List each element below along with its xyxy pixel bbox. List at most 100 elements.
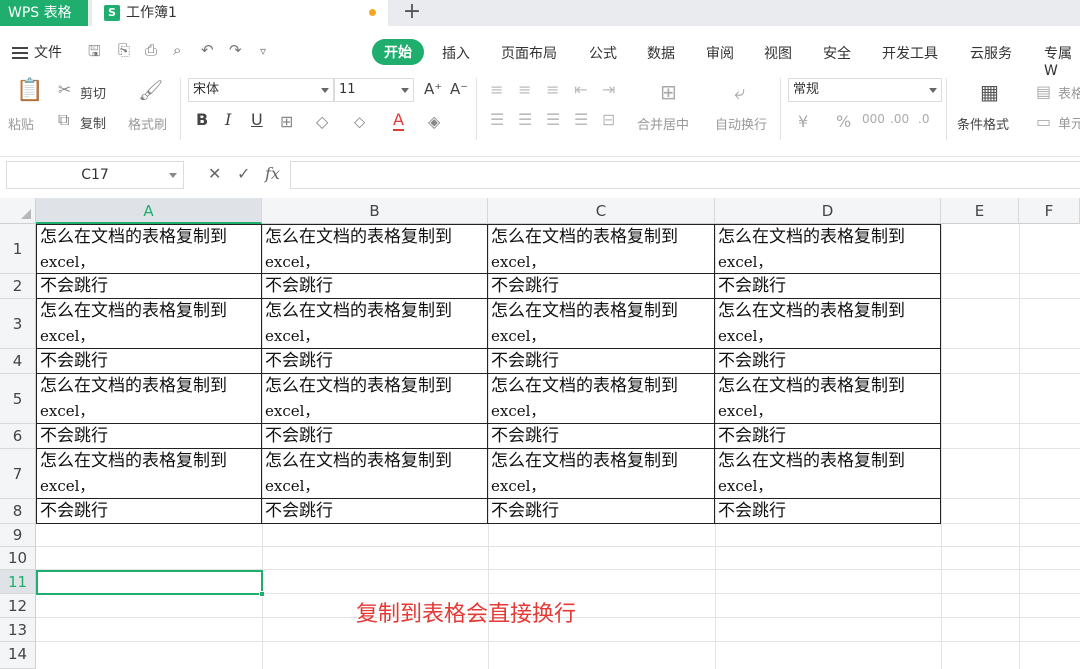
font-name-select[interactable]: 宋体 — [188, 78, 334, 102]
table-style-button[interactable]: 表格 — [1058, 83, 1080, 102]
row-header[interactable]: 13 — [0, 618, 36, 642]
row-header[interactable]: 7 — [0, 449, 36, 499]
font-color-icon[interactable]: A — [393, 110, 404, 131]
customize-icon[interactable]: ▿ — [260, 44, 266, 58]
cell-d1[interactable]: 怎么在文档的表格复制到 excel， — [715, 224, 941, 274]
cell-a5[interactable]: 怎么在文档的表格复制到 excel， — [36, 374, 262, 424]
merge-center-button[interactable]: 合并居中 — [637, 114, 689, 133]
cell-a2[interactable]: 不会跳行 — [36, 274, 262, 299]
cell-c2[interactable]: 不会跳行 — [488, 274, 715, 299]
row-header[interactable]: 12 — [0, 594, 36, 618]
cell-b3[interactable]: 怎么在文档的表格复制到 excel， — [262, 299, 488, 349]
cell-c5[interactable]: 怎么在文档的表格复制到 excel， — [488, 374, 715, 424]
format-painter-button[interactable]: 格式刷 — [128, 114, 167, 133]
column-header-e[interactable]: E — [941, 198, 1019, 224]
shading-icon[interactable]: ⬦ — [354, 112, 365, 132]
currency-icon[interactable]: ¥ — [798, 112, 808, 131]
row-header[interactable]: 9 — [0, 524, 36, 547]
row-header[interactable]: 10 — [0, 547, 36, 570]
cell-button[interactable]: 单元 — [1058, 113, 1080, 132]
increase-font-icon[interactable]: A⁺ — [424, 80, 442, 98]
align-right-icon[interactable]: ☰ — [546, 110, 560, 129]
spreadsheet-grid[interactable]: A B C D E F 1 2 3 4 5 6 7 8 9 10 11 12 1… — [0, 198, 1080, 669]
underline-button[interactable]: U — [251, 110, 263, 129]
tab-view[interactable]: 视图 — [764, 43, 792, 63]
cell-a7[interactable]: 怎么在文档的表格复制到 excel， — [36, 449, 262, 499]
align-left-icon[interactable]: ☰ — [490, 110, 504, 129]
print-icon[interactable]: ⎙ — [145, 41, 157, 59]
tab-data[interactable]: 数据 — [647, 43, 675, 63]
cell-b7[interactable]: 怎么在文档的表格复制到 excel， — [262, 449, 488, 499]
thousands-icon[interactable]: 000 — [862, 112, 885, 126]
align-bottom-icon[interactable]: ≡ — [546, 80, 559, 99]
row-header[interactable]: 6 — [0, 424, 36, 449]
conditional-format-button[interactable]: 条件格式 — [957, 114, 1009, 133]
export-icon[interactable]: ⎘ — [118, 41, 130, 59]
border-icon[interactable]: ⊞ — [280, 112, 293, 131]
align-middle-icon[interactable]: ≡ — [518, 80, 531, 99]
cell-b6[interactable]: 不会跳行 — [262, 424, 488, 449]
cell-c8[interactable]: 不会跳行 — [488, 499, 715, 524]
cell-c4[interactable]: 不会跳行 — [488, 349, 715, 374]
cell-c1[interactable]: 怎么在文档的表格复制到 excel， — [488, 224, 715, 274]
cell-selection-a11[interactable] — [36, 570, 265, 597]
cancel-icon[interactable]: ✕ — [208, 164, 221, 183]
tab-review[interactable]: 审阅 — [706, 43, 734, 63]
paste-button[interactable]: 粘贴 — [8, 114, 34, 133]
cell-b2[interactable]: 不会跳行 — [262, 274, 488, 299]
number-format-select[interactable]: 常规 — [788, 78, 942, 102]
app-tab[interactable]: WPS 表格 — [0, 0, 88, 26]
cell-c6[interactable]: 不会跳行 — [488, 424, 715, 449]
document-tab[interactable]: S 工作簿1 — [92, 0, 388, 26]
cell-d4[interactable]: 不会跳行 — [715, 349, 941, 374]
tab-cloud[interactable]: 云服务 — [970, 43, 1012, 63]
cell-b1[interactable]: 怎么在文档的表格复制到 excel， — [262, 224, 488, 274]
cut-button[interactable]: 剪切 — [80, 83, 106, 102]
cell-c7[interactable]: 怎么在文档的表格复制到 excel， — [488, 449, 715, 499]
column-header-f[interactable]: F — [1019, 198, 1080, 224]
paste-icon[interactable]: 📋 — [16, 78, 43, 103]
distribute-icon[interactable]: ⊟ — [602, 110, 615, 129]
bold-button[interactable]: B — [196, 110, 208, 129]
cell-a4[interactable]: 不会跳行 — [36, 349, 262, 374]
tab-home[interactable]: 开始 — [372, 39, 424, 65]
eraser-icon[interactable]: ◈ — [428, 112, 440, 131]
indent-increase-icon[interactable]: ⇥ — [602, 80, 615, 99]
cell-a3[interactable]: 怎么在文档的表格复制到 excel， — [36, 299, 262, 349]
italic-button[interactable]: I — [225, 110, 231, 129]
row-header[interactable]: 8 — [0, 499, 36, 524]
select-all-corner[interactable] — [0, 198, 36, 224]
decrease-font-icon[interactable]: A⁻ — [450, 80, 468, 98]
cell-b8[interactable]: 不会跳行 — [262, 499, 488, 524]
save-icon[interactable]: 🖫 — [88, 41, 101, 66]
tab-insert[interactable]: 插入 — [442, 43, 470, 63]
row-header[interactable]: 11 — [0, 570, 36, 594]
preview-icon[interactable]: ⌕ — [173, 41, 181, 59]
indent-decrease-icon[interactable]: ⇤ — [574, 80, 587, 99]
cell-d8[interactable]: 不会跳行 — [715, 499, 941, 524]
name-box[interactable]: C17 — [6, 161, 184, 189]
tab-formula[interactable]: 公式 — [589, 43, 617, 63]
column-header-c[interactable]: C — [488, 198, 715, 224]
new-tab-button[interactable]: + — [400, 0, 424, 26]
cell-a6[interactable]: 不会跳行 — [36, 424, 262, 449]
tab-page-layout[interactable]: 页面布局 — [501, 43, 557, 63]
cell-a1[interactable]: 怎么在文档的表格复制到 excel， — [36, 224, 262, 274]
row-header[interactable]: 1 — [0, 224, 36, 274]
confirm-icon[interactable]: ✓ — [237, 164, 250, 183]
fill-color-icon[interactable]: ◇ — [316, 112, 328, 131]
cell-b5[interactable]: 怎么在文档的表格复制到 excel， — [262, 374, 488, 424]
row-header[interactable]: 14 — [0, 642, 36, 669]
column-header-d[interactable]: D — [715, 198, 941, 224]
formula-input[interactable] — [290, 161, 1080, 189]
tab-developer[interactable]: 开发工具 — [882, 43, 938, 63]
cell-a8[interactable]: 不会跳行 — [36, 499, 262, 524]
column-header-a[interactable]: A — [36, 198, 262, 224]
cell-b4[interactable]: 不会跳行 — [262, 349, 488, 374]
cell-c3[interactable]: 怎么在文档的表格复制到 excel， — [488, 299, 715, 349]
undo-icon[interactable]: ↶ — [201, 41, 214, 59]
row-header[interactable]: 4 — [0, 349, 36, 374]
fill-handle[interactable] — [259, 591, 265, 597]
decimal-increase-icon[interactable]: .00 — [890, 112, 909, 126]
align-top-icon[interactable]: ≡ — [490, 80, 503, 99]
